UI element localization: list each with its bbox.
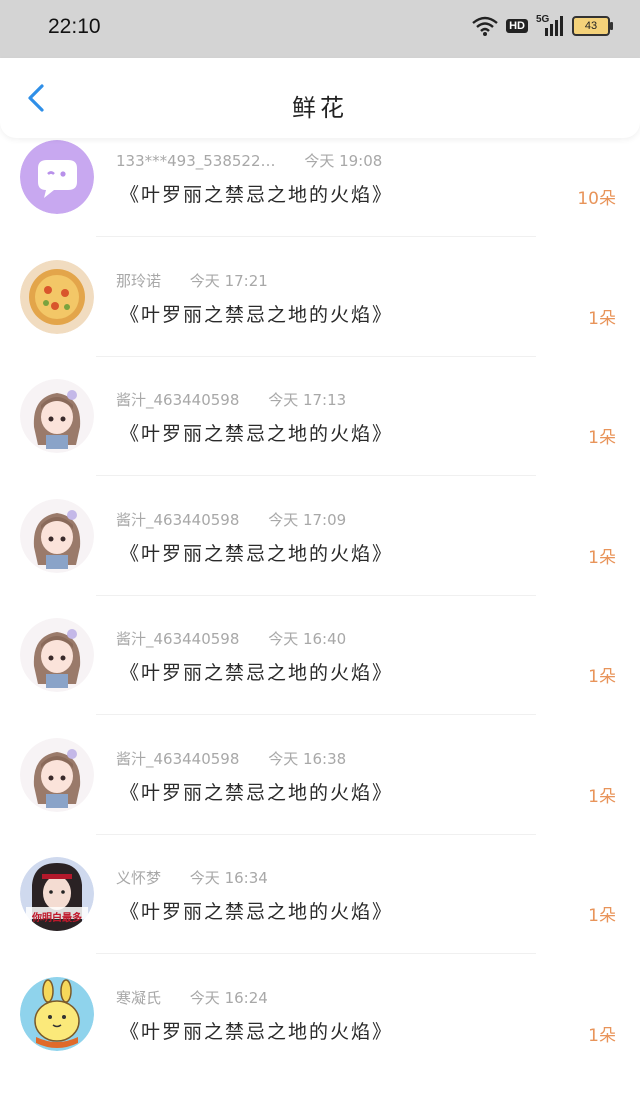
signal-icon: 5G [536, 16, 564, 36]
gift-title: 《叶罗丽之禁忌之地的火焰》 [120, 300, 393, 327]
timestamp: 今天 17:21 [190, 272, 268, 290]
anime-girl-avatar-icon [20, 738, 94, 812]
gift-title: 《叶罗丽之禁忌之地的火焰》 [120, 539, 393, 566]
avatar[interactable] [20, 499, 94, 573]
flower-count: 1朵 [588, 423, 616, 448]
item-meta: 酱汁_463440598 今天 16:38 [116, 748, 346, 769]
hd-badge: HD [506, 19, 528, 33]
gift-title: 《叶罗丽之禁忌之地的火焰》 [120, 897, 393, 924]
timestamp: 今天 17:09 [268, 511, 346, 529]
gift-list: 133***493_538522… 今天 19:08 《叶罗丽之禁忌之地的火焰》… [0, 140, 640, 1096]
divider [96, 236, 536, 237]
battery-icon: 43 [572, 16, 610, 36]
flower-count: 1朵 [588, 782, 616, 807]
divider [96, 595, 536, 596]
flower-count: 1朵 [588, 1021, 616, 1046]
timestamp: 今天 19:08 [304, 152, 382, 170]
flower-count: 1朵 [588, 543, 616, 568]
item-meta: 那玲诺 今天 17:21 [116, 270, 268, 291]
list-item[interactable]: 酱汁_463440598 今天 16:40 《叶罗丽之禁忌之地的火焰》 1朵 [0, 618, 640, 738]
gift-title: 《叶罗丽之禁忌之地的火焰》 [120, 658, 393, 685]
list-item[interactable]: 133***493_538522… 今天 19:08 《叶罗丽之禁忌之地的火焰》… [0, 140, 640, 260]
gift-title: 《叶罗丽之禁忌之地的火焰》 [120, 778, 393, 805]
anime-girl-avatar-icon [20, 499, 94, 573]
item-meta: 酱汁_463440598 今天 17:13 [116, 389, 346, 410]
timestamp: 今天 17:13 [268, 391, 346, 409]
flower-count: 10朵 [577, 184, 616, 209]
username[interactable]: 酱汁_463440598 [116, 750, 239, 768]
status-time: 22:10 [48, 15, 101, 39]
anime-girl-avatar-icon [20, 379, 94, 453]
avatar[interactable] [20, 379, 94, 453]
timestamp: 今天 16:38 [268, 750, 346, 768]
divider [96, 953, 536, 954]
avatar[interactable]: 你明白最多 [20, 857, 94, 931]
item-meta: 酱汁_463440598 今天 16:40 [116, 628, 346, 649]
item-meta: 寒凝氏 今天 16:24 [116, 987, 268, 1008]
timestamp: 今天 16:34 [190, 869, 268, 887]
gift-title: 《叶罗丽之禁忌之地的火焰》 [120, 180, 393, 207]
avatar[interactable] [20, 260, 94, 334]
username[interactable]: 寒凝氏 [116, 989, 161, 1007]
status-bar: 22:10 HD 5G 43 [0, 0, 640, 58]
username[interactable]: 酱汁_463440598 [116, 630, 239, 648]
list-item[interactable]: 酱汁_463440598 今天 17:09 《叶罗丽之禁忌之地的火焰》 1朵 [0, 499, 640, 619]
username[interactable]: 那玲诺 [116, 272, 161, 290]
username[interactable]: 133***493_538522… [116, 152, 276, 170]
item-meta: 义怀梦 今天 16:34 [116, 867, 268, 888]
nav-bar: 鲜花 [0, 58, 640, 138]
pizza-avatar-icon [20, 260, 94, 334]
list-item[interactable]: 酱汁_463440598 今天 17:13 《叶罗丽之禁忌之地的火焰》 1朵 [0, 379, 640, 499]
avatar[interactable] [20, 618, 94, 692]
timestamp: 今天 16:40 [268, 630, 346, 648]
username[interactable]: 酱汁_463440598 [116, 511, 239, 529]
flower-count: 1朵 [588, 662, 616, 687]
flower-count: 1朵 [588, 304, 616, 329]
list-item[interactable]: 酱汁_463440598 今天 16:38 《叶罗丽之禁忌之地的火焰》 1朵 [0, 738, 640, 858]
divider [96, 714, 536, 715]
anime-girl-avatar-icon [20, 618, 94, 692]
flower-count: 1朵 [588, 901, 616, 926]
list-item[interactable]: 你明白最多 义怀梦 今天 16:34 《叶罗丽之禁忌之地的火焰》 1朵 [0, 857, 640, 977]
avatar[interactable] [20, 977, 94, 1051]
status-icons: HD 5G 43 [472, 16, 610, 36]
item-meta: 酱汁_463440598 今天 17:09 [116, 509, 346, 530]
chat-bubble-avatar-icon [20, 140, 94, 214]
cartoon-bunny-avatar-icon [20, 977, 94, 1051]
gift-title: 《叶罗丽之禁忌之地的火焰》 [120, 419, 393, 446]
divider [96, 475, 536, 476]
username[interactable]: 酱汁_463440598 [116, 391, 239, 409]
gift-title: 《叶罗丽之禁忌之地的火焰》 [120, 1017, 393, 1044]
divider [96, 834, 536, 835]
item-meta: 133***493_538522… 今天 19:08 [116, 150, 382, 171]
page-title: 鲜花 [0, 88, 640, 123]
list-item[interactable]: 那玲诺 今天 17:21 《叶罗丽之禁忌之地的火焰》 1朵 [0, 260, 640, 380]
username[interactable]: 义怀梦 [116, 869, 161, 887]
avatar[interactable] [20, 738, 94, 812]
avatar[interactable] [20, 140, 94, 214]
wifi-icon [472, 16, 498, 36]
divider [96, 356, 536, 357]
timestamp: 今天 16:24 [190, 989, 268, 1007]
avatar-caption: 你明白最多 [20, 909, 94, 924]
list-item[interactable]: 寒凝氏 今天 16:24 《叶罗丽之禁忌之地的火焰》 1朵 [0, 977, 640, 1096]
